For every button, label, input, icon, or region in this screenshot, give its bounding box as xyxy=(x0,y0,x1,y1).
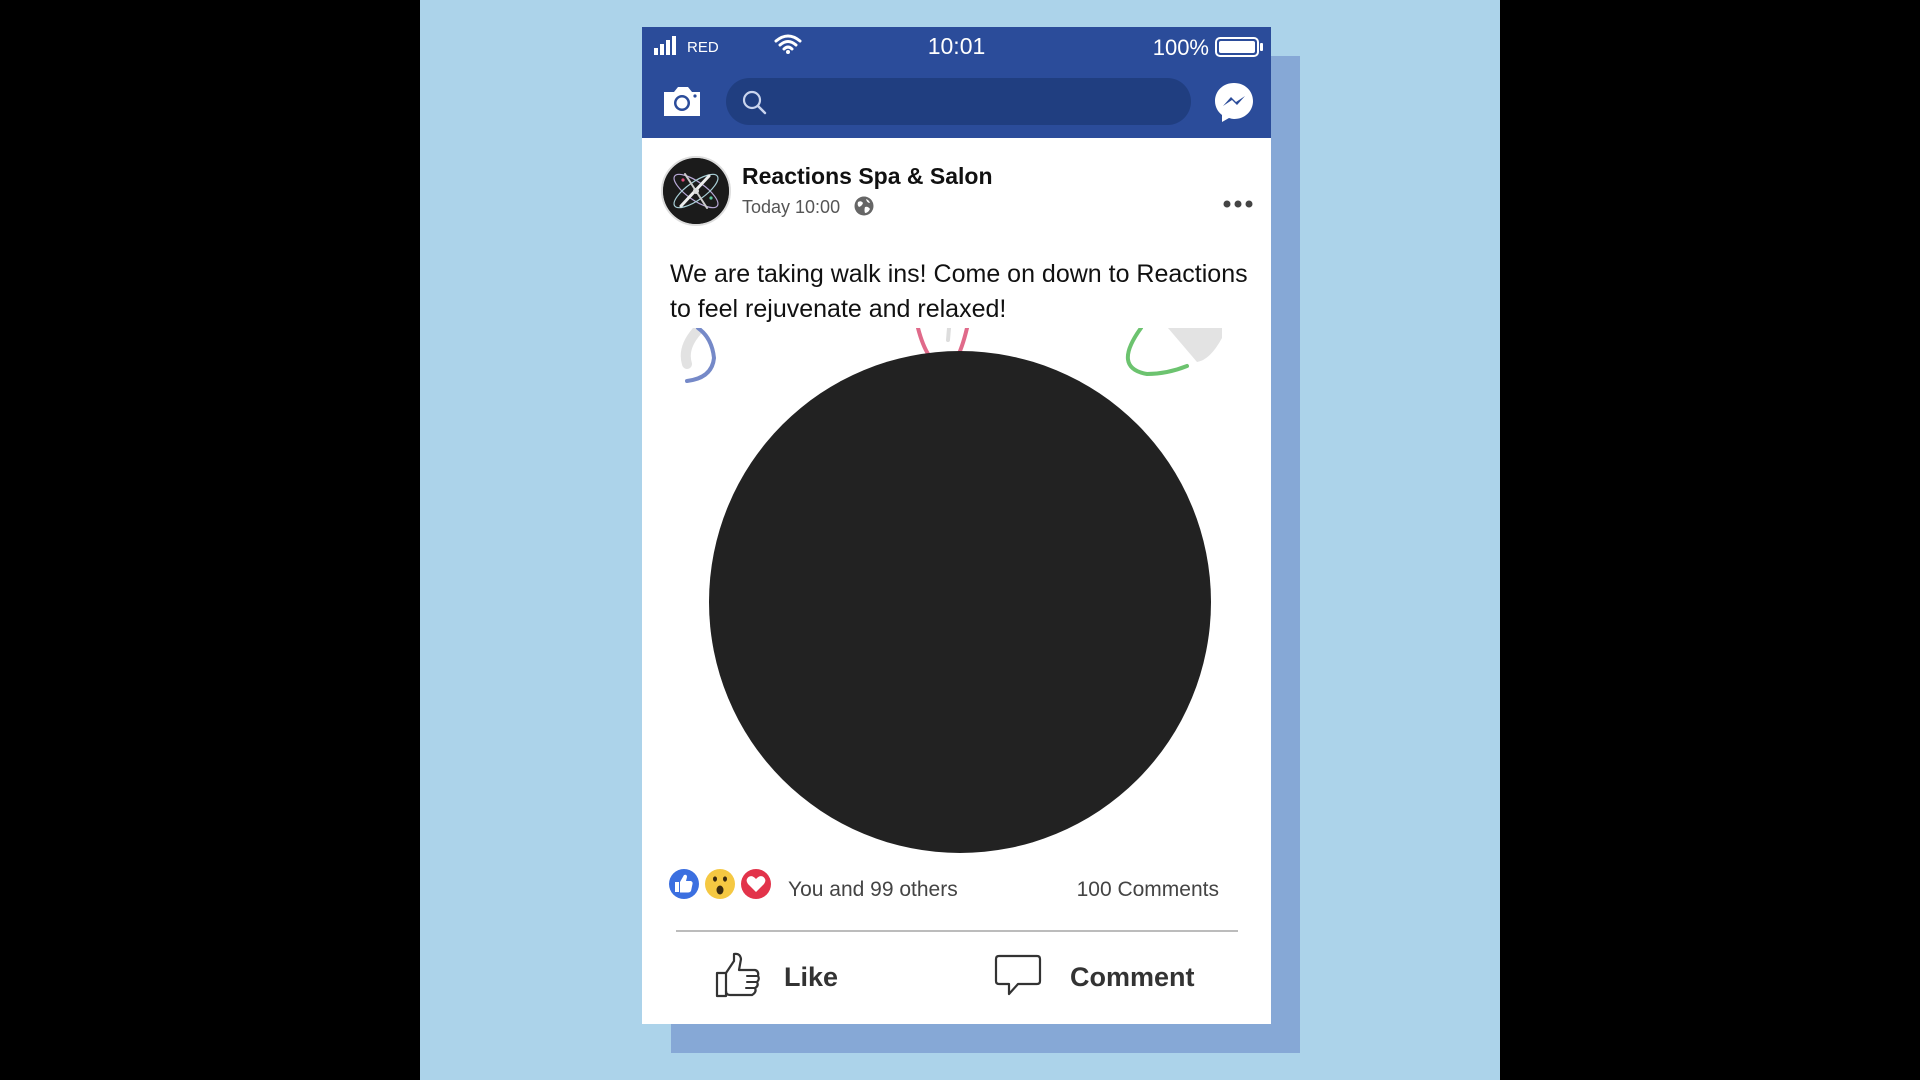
messenger-icon[interactable] xyxy=(1213,81,1255,123)
comment-button[interactable]: Comment xyxy=(994,947,1224,1007)
phone-screen: RED 10:01 100% Reactions Spa & Salon Tod… xyxy=(642,27,1271,1024)
comment-label: Comment xyxy=(1070,962,1195,992)
salon-logo-icon xyxy=(663,158,729,224)
love-reaction-icon xyxy=(739,867,773,901)
like-button[interactable]: Like xyxy=(714,947,874,1007)
like-reaction-icon xyxy=(667,867,701,901)
search-input[interactable] xyxy=(780,78,1174,127)
background-stage: RED 10:01 100% Reactions Spa & Salon Tod… xyxy=(420,0,1500,1080)
post-text: We are taking walk ins! Come on down to … xyxy=(670,260,1248,323)
thumbs-up-icon xyxy=(715,952,760,998)
comment-count[interactable]: 100 Comments xyxy=(1077,878,1219,902)
globe-icon xyxy=(854,196,874,216)
battery-icon xyxy=(1215,37,1263,57)
more-options-icon[interactable] xyxy=(1223,198,1253,210)
reaction-icons[interactable] xyxy=(664,865,779,903)
media-graphic xyxy=(680,328,1222,853)
search-icon xyxy=(742,90,767,115)
divider xyxy=(676,930,1238,932)
status-bar: RED 10:01 100% xyxy=(642,27,1271,67)
camera-icon[interactable] xyxy=(660,80,704,124)
page-name[interactable]: Reactions Spa & Salon xyxy=(742,163,993,190)
post-media[interactable] xyxy=(642,328,1271,883)
speech-bubble-icon xyxy=(994,954,1042,996)
page-avatar[interactable] xyxy=(661,156,731,226)
wow-reaction-icon xyxy=(703,867,737,901)
like-label: Like xyxy=(784,962,839,992)
post-header: Reactions Spa & Salon Today 10:00 xyxy=(642,138,1271,268)
post-timestamp[interactable]: Today 10:00 xyxy=(742,197,840,218)
top-nav-bar xyxy=(642,67,1271,138)
search-bar[interactable] xyxy=(726,78,1191,127)
reaction-count[interactable]: You and 99 others xyxy=(788,878,958,902)
battery-percent: 100% xyxy=(1152,35,1209,60)
